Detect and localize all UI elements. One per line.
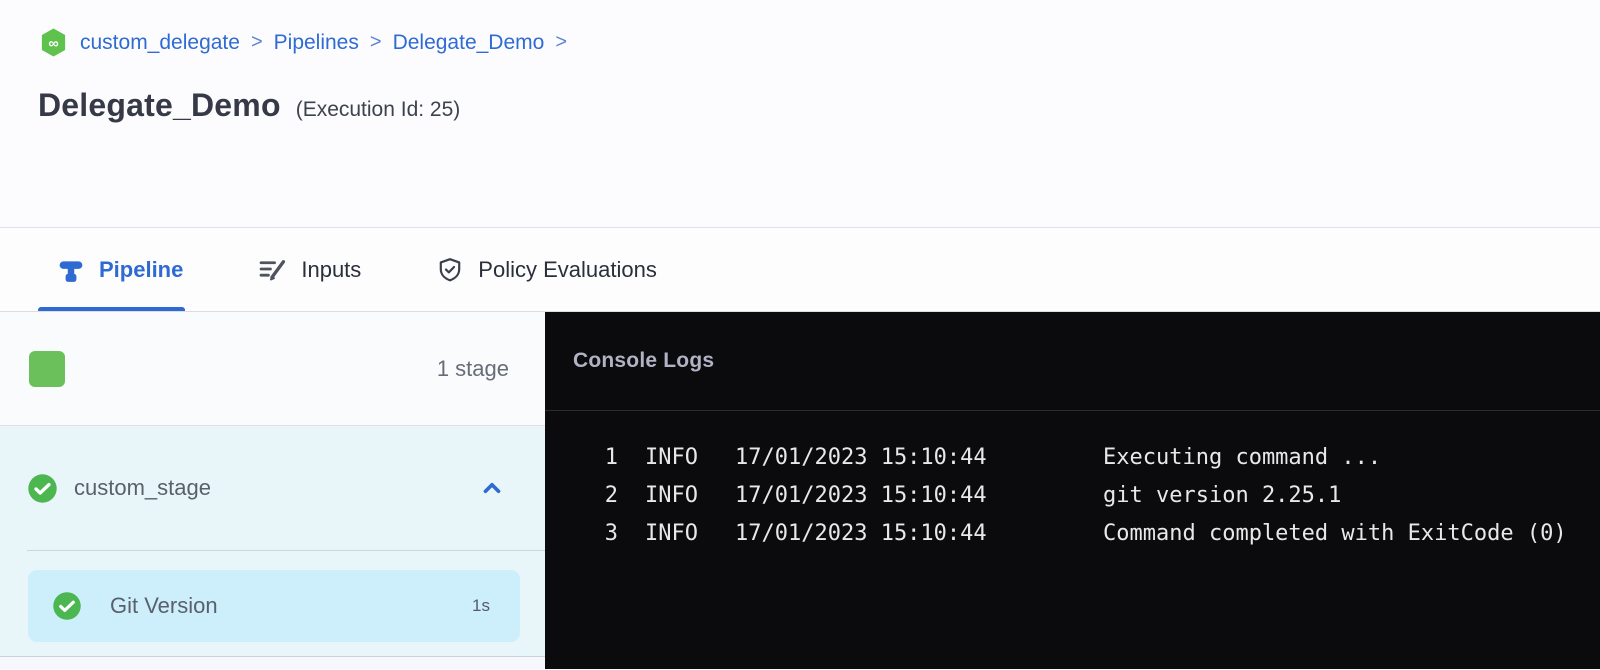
- breadcrumb-separator: >: [251, 31, 263, 54]
- console-header: Console Logs: [545, 312, 1600, 411]
- breadcrumb-pipelines-link[interactable]: Pipelines: [274, 31, 359, 55]
- stage-name-label: custom_stage: [74, 475, 463, 501]
- console-panel: Console Logs 1 INFO 17/01/2023 15:10:44 …: [545, 312, 1600, 669]
- breadcrumb-pipeline-link[interactable]: Delegate_Demo: [393, 31, 545, 55]
- log-line: 2 INFO 17/01/2023 15:10:44 git version 2…: [545, 476, 1600, 514]
- step-name-label: Git Version: [110, 593, 444, 619]
- log-message: Executing command ...: [1103, 445, 1381, 470]
- breadcrumb-project-link[interactable]: custom_delegate: [80, 31, 240, 55]
- page-title: Delegate_Demo: [38, 87, 281, 124]
- log-level: INFO: [645, 483, 698, 508]
- log-line: 1 INFO 17/01/2023 15:10:44 Executing com…: [545, 438, 1600, 476]
- log-timestamp: 17/01/2023 15:10:44: [735, 521, 987, 546]
- stage-summary-row: 1 stage: [0, 312, 545, 426]
- app-root: ∞ custom_delegate > Pipelines > Delegate…: [0, 0, 1600, 669]
- tab-policy-evaluations-label: Policy Evaluations: [478, 257, 657, 283]
- log-message: Command completed with ExitCode (0): [1103, 521, 1567, 546]
- execution-main: 1 stage custom_stage: [0, 312, 1600, 669]
- pipeline-icon: [58, 257, 84, 283]
- log-line-number: 3: [604, 521, 618, 546]
- log-line: 3 INFO 17/01/2023 15:10:44 Command compl…: [545, 514, 1600, 552]
- execution-id-label: (Execution Id: 25): [296, 98, 461, 122]
- step-duration-label: 1s: [472, 596, 490, 616]
- success-check-icon: [52, 591, 82, 621]
- stage-row-custom-stage[interactable]: custom_stage: [0, 426, 545, 550]
- shield-check-icon: [437, 257, 463, 283]
- success-check-icon: [27, 473, 58, 504]
- project-icon: ∞: [38, 27, 69, 58]
- panel-bottom-strip: [0, 656, 545, 669]
- console-title: Console Logs: [573, 349, 714, 373]
- title-row: Delegate_Demo (Execution Id: 25): [38, 87, 1600, 124]
- stage-panel: 1 stage custom_stage: [0, 312, 545, 669]
- log-timestamp: 17/01/2023 15:10:44: [735, 445, 987, 470]
- breadcrumb-separator: >: [370, 31, 382, 54]
- log-message: git version 2.25.1: [1103, 483, 1341, 508]
- breadcrumb-separator: >: [555, 31, 567, 54]
- breadcrumb: ∞ custom_delegate > Pipelines > Delegate…: [38, 0, 1600, 58]
- tab-policy-evaluations[interactable]: Policy Evaluations: [437, 228, 657, 311]
- page-header: ∞ custom_delegate > Pipelines > Delegate…: [0, 0, 1600, 228]
- tab-inputs-label: Inputs: [301, 257, 361, 283]
- log-line-number: 1: [604, 445, 618, 470]
- tab-bar: Pipeline Inputs Policy Eval: [0, 228, 1600, 312]
- svg-text:∞: ∞: [48, 36, 58, 52]
- stage-count-label: 1 stage: [437, 356, 509, 382]
- log-level: INFO: [645, 521, 698, 546]
- stage-section: custom_stage Git Ver: [0, 426, 545, 669]
- stage-status-square-icon: [29, 351, 65, 387]
- console-log-area[interactable]: 1 INFO 17/01/2023 15:10:44 Executing com…: [545, 411, 1600, 552]
- step-row-git-version[interactable]: Git Version 1s: [28, 570, 520, 642]
- steps-divider: [27, 550, 545, 551]
- chevron-up-icon[interactable]: [479, 475, 505, 501]
- tab-pipeline-label: Pipeline: [99, 257, 183, 283]
- log-timestamp: 17/01/2023 15:10:44: [735, 483, 987, 508]
- log-level: INFO: [645, 445, 698, 470]
- tab-pipeline[interactable]: Pipeline: [58, 228, 183, 311]
- tab-inputs[interactable]: Inputs: [259, 228, 361, 311]
- inputs-icon: [259, 257, 286, 282]
- log-line-number: 2: [604, 483, 618, 508]
